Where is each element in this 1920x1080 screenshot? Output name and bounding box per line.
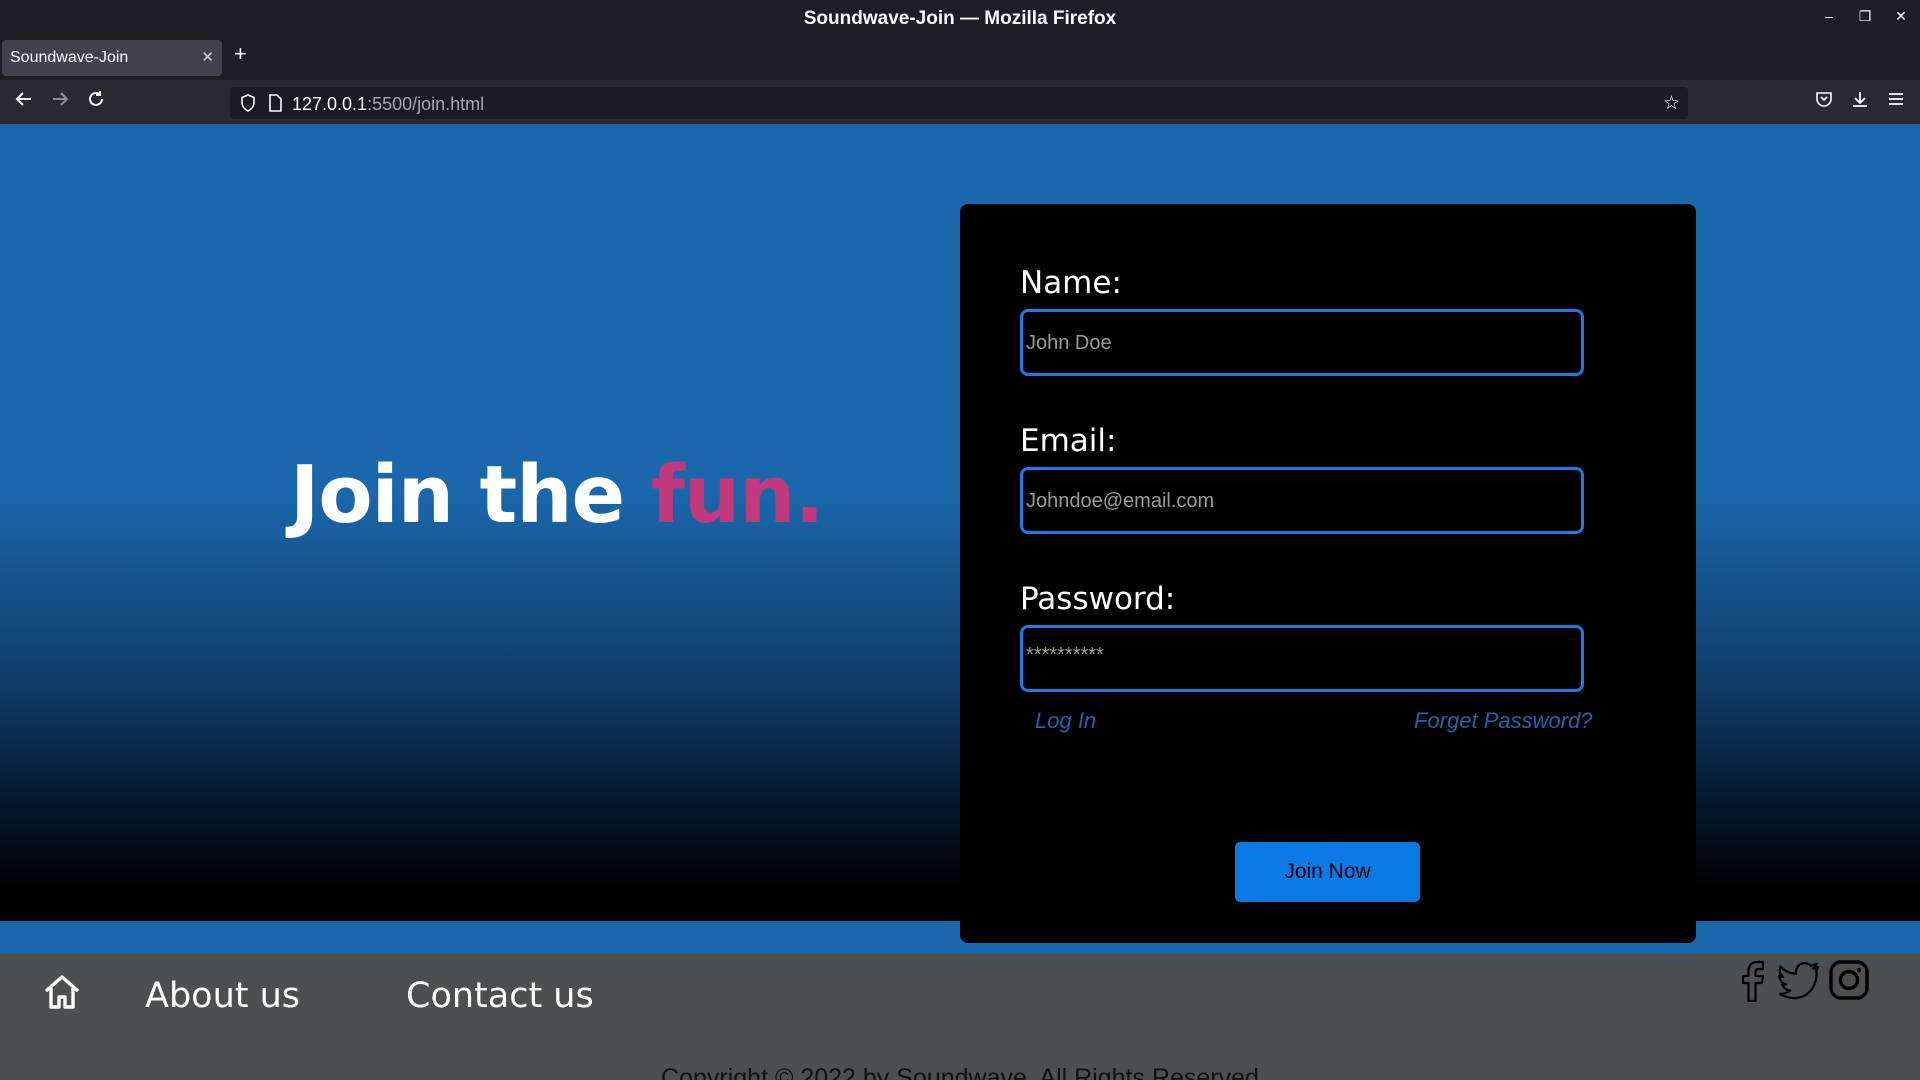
tab-soundwave-join[interactable]: Soundwave-Join ✕ xyxy=(2,40,222,76)
password-label: Password: xyxy=(1020,581,1176,617)
headline-main: Join the xyxy=(290,449,651,541)
contact-us-link[interactable]: Contact us xyxy=(406,976,594,1016)
home-icon[interactable] xyxy=(42,974,82,1015)
email-placeholder: Johndoe@email.com xyxy=(1026,490,1215,512)
new-tab-icon[interactable]: + xyxy=(234,43,247,65)
tab-close-icon[interactable]: ✕ xyxy=(201,48,214,66)
name-label: Name: xyxy=(1020,265,1122,301)
menu-icon[interactable] xyxy=(1884,90,1908,114)
back-icon[interactable] xyxy=(12,90,36,114)
copyright-text: Copyright © 2022 by Soundwave. All Right… xyxy=(661,1064,1259,1080)
footer: About us Contact us Copyright © 2022 by … xyxy=(0,954,1920,1080)
tab-strip: Soundwave-Join ✕ xyxy=(0,36,1920,80)
login-link[interactable]: Log In xyxy=(1035,708,1096,734)
reload-icon[interactable] xyxy=(84,90,108,114)
address-bar[interactable]: 127.0.0.1:5500/join.html ☆ xyxy=(230,87,1688,119)
restore-icon[interactable]: ❐ xyxy=(1855,8,1875,25)
page-content: Join the fun. Name: John Doe Email: John… xyxy=(0,124,1920,1080)
forgot-password-link[interactable]: Forget Password? xyxy=(1414,708,1593,734)
headline-accent: fun. xyxy=(650,449,825,541)
name-input[interactable]: John Doe xyxy=(1020,309,1584,376)
url-text[interactable]: 127.0.0.1:5500/join.html xyxy=(292,94,484,115)
instagram-icon[interactable] xyxy=(1828,958,1870,1007)
url-path: :5500/join.html xyxy=(367,94,485,114)
page-info-icon[interactable] xyxy=(268,94,282,117)
email-label: Email: xyxy=(1020,423,1117,459)
window-title: Soundwave-Join — Mozilla Firefox xyxy=(803,8,1117,29)
downloads-icon[interactable] xyxy=(1848,90,1872,114)
about-us-link[interactable]: About us xyxy=(145,976,300,1016)
bookmark-star-icon[interactable]: ☆ xyxy=(1663,92,1680,115)
name-placeholder: John Doe xyxy=(1026,332,1112,354)
password-placeholder: ********** xyxy=(1026,644,1104,666)
navigation-toolbar: 127.0.0.1:5500/join.html ☆ xyxy=(0,80,1920,124)
facebook-icon[interactable] xyxy=(1738,958,1768,1007)
url-host: 127.0.0.1 xyxy=(292,94,368,114)
password-input[interactable]: ********** xyxy=(1020,625,1584,692)
minimize-icon[interactable]: – xyxy=(1819,8,1839,24)
hero-headline: Join the fun. xyxy=(290,449,825,541)
twitter-icon[interactable] xyxy=(1778,958,1822,1007)
forward-icon[interactable] xyxy=(48,90,72,114)
close-window-icon[interactable]: ✕ xyxy=(1891,8,1911,25)
pocket-icon[interactable] xyxy=(1812,90,1836,114)
email-input[interactable]: Johndoe@email.com xyxy=(1020,467,1584,534)
join-form: Name: John Doe Email: Johndoe@email.com … xyxy=(960,204,1696,943)
window-titlebar: Soundwave-Join — Mozilla Firefox – ❐ ✕ xyxy=(0,0,1920,36)
tab-title: Soundwave-Join xyxy=(10,49,129,66)
tracking-shield-icon[interactable] xyxy=(240,94,256,117)
join-now-button[interactable]: Join Now xyxy=(1235,842,1420,902)
